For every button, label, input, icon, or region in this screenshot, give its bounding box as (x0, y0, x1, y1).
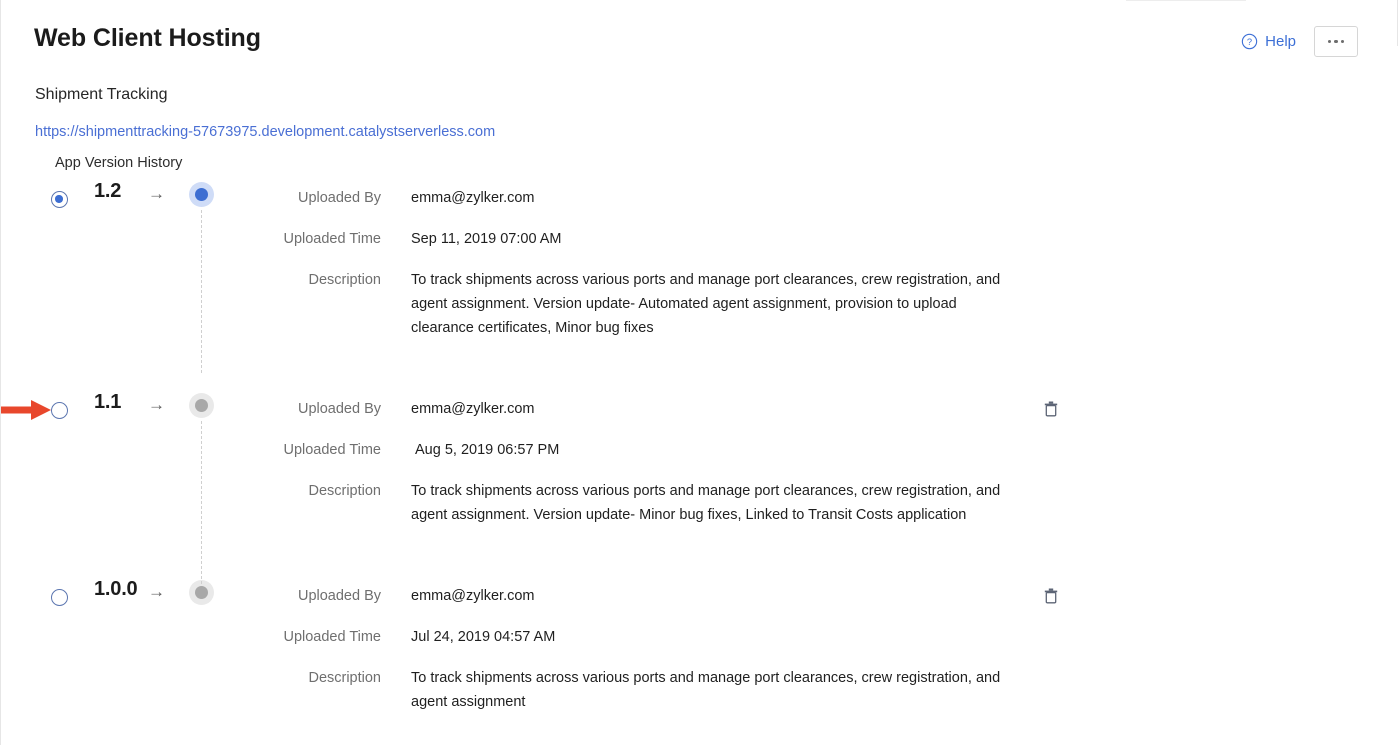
header-actions: ? Help (1241, 26, 1358, 57)
version-number: 1.2 (94, 180, 122, 202)
detail-value-uploaded-by: emma@zylker.com (411, 190, 535, 206)
detail-label-uploaded-by: Uploaded By (297, 401, 381, 417)
ellipsis-icon (1340, 39, 1345, 44)
web-client-hosting-page: Web Client Hosting ? Help Shipment Track… (0, 0, 1398, 745)
timeline-dot-core (195, 399, 208, 412)
timeline-dot (189, 393, 214, 418)
delete-version-button[interactable] (1042, 587, 1060, 605)
detail-value-uploaded-time: Sep 11, 2019 07:00 AM (411, 231, 562, 247)
detail-value-uploaded-time: Jul 24, 2019 04:57 AM (411, 629, 556, 645)
help-link[interactable]: ? Help (1241, 33, 1296, 50)
more-options-button[interactable] (1314, 26, 1358, 57)
detail-label-uploaded-time: Uploaded Time (283, 442, 381, 458)
detail-line-uploaded-by: Uploaded By emma@zylker.com (241, 584, 1398, 608)
timeline-dot-core (195, 188, 208, 201)
svg-text:?: ? (1247, 37, 1252, 47)
right-arrow-icon: → (148, 184, 165, 203)
question-circle-icon: ? (1241, 33, 1258, 50)
detail-line-uploaded-time: Uploaded Time Aug 5, 2019 06:57 PM (241, 438, 1398, 462)
version-radio-1.0.0[interactable] (51, 589, 68, 606)
detail-label-description: Description (308, 272, 381, 288)
detail-label-uploaded-by: Uploaded By (297, 588, 381, 604)
detail-value-description: To track shipments across various ports … (411, 483, 1001, 523)
ellipsis-icon (1334, 39, 1338, 44)
detail-line-description: Description To track shipments across var… (241, 479, 1398, 527)
detail-label-description: Description (308, 670, 381, 686)
detail-value-uploaded-time: Aug 5, 2019 06:57 PM (415, 442, 560, 458)
detail-label-uploaded-time: Uploaded Time (283, 629, 381, 645)
detail-line-uploaded-by: Uploaded By emma@zylker.com (241, 397, 1398, 421)
version-radio-1.2[interactable] (51, 191, 68, 208)
detail-label-description: Description (308, 483, 381, 499)
version-number: 1.1 (94, 391, 122, 413)
page-header: Web Client Hosting ? Help (1, 18, 1398, 68)
right-arrow-icon: → (148, 395, 165, 414)
detail-line-description: Description To track shipments across var… (241, 666, 1398, 714)
timeline-connector (201, 421, 202, 584)
app-url-link[interactable]: https://shipmenttracking-57673975.develo… (35, 124, 495, 140)
detail-line-description: Description To track shipments across var… (241, 268, 1398, 340)
version-number: 1.0.0 (94, 578, 138, 600)
detail-label-uploaded-by: Uploaded By (297, 190, 381, 206)
help-label: Help (1265, 33, 1296, 50)
trash-icon (1044, 588, 1058, 604)
timeline-connector (201, 210, 202, 373)
detail-line-uploaded-time: Uploaded Time Jul 24, 2019 04:57 AM (241, 625, 1398, 649)
timeline-dot-core (195, 586, 208, 599)
app-name: Shipment Tracking (35, 86, 168, 103)
timeline-dot (189, 182, 214, 207)
right-arrow-icon: → (148, 582, 165, 601)
section-label-app-version-history: App Version History (55, 155, 183, 171)
detail-line-uploaded-time: Uploaded Time Sep 11, 2019 07:00 AM (241, 227, 1398, 251)
detail-label-uploaded-time: Uploaded Time (283, 231, 381, 247)
page-title: Web Client Hosting (34, 24, 261, 52)
detail-value-uploaded-by: emma@zylker.com (411, 588, 535, 604)
version-radio-1.1[interactable] (51, 402, 68, 419)
detail-line-uploaded-by: Uploaded By emma@zylker.com (241, 186, 1398, 210)
ellipsis-icon (1327, 39, 1332, 44)
detail-value-description: To track shipments across various ports … (411, 670, 1001, 710)
delete-version-button[interactable] (1042, 400, 1060, 418)
annotation-arrow-icon (1, 397, 53, 423)
top-divider (1126, 0, 1246, 1)
detail-value-description: To track shipments across various ports … (411, 272, 1001, 336)
detail-value-uploaded-by: emma@zylker.com (411, 401, 535, 417)
trash-icon (1044, 401, 1058, 417)
